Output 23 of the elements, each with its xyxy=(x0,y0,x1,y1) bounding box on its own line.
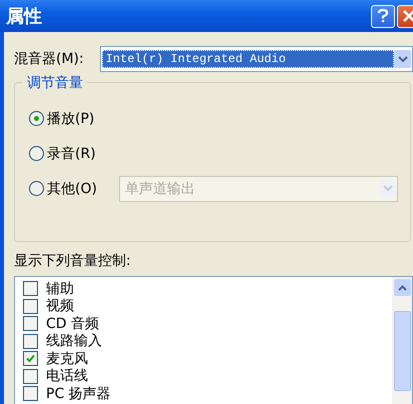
help-button[interactable] xyxy=(371,4,395,28)
radio-option[interactable]: 播放(P) xyxy=(29,110,109,128)
checkbox-item[interactable]: CD 音频 xyxy=(23,315,392,332)
mixer-label: 混音器(M): xyxy=(14,50,84,68)
check-icon xyxy=(26,354,35,364)
radio-option[interactable]: 录音(R) xyxy=(29,144,109,162)
help-icon xyxy=(377,9,389,23)
checkbox-item[interactable]: 电话线 xyxy=(23,368,392,385)
group-legend: 调节音量 xyxy=(23,74,87,92)
checkbox-item[interactable]: PC 扬声器 xyxy=(23,385,392,402)
checkbox-item[interactable]: 视频 xyxy=(23,298,392,315)
mixer-dropdown[interactable]: Intel(r) Integrated Audio xyxy=(100,46,413,72)
scroll-up-button[interactable] xyxy=(394,279,410,296)
checkbox-item[interactable]: 线路输入 xyxy=(23,332,392,350)
mixer-value: Intel(r) Integrated Audio xyxy=(102,50,394,68)
close-icon xyxy=(403,10,413,22)
checkbox-item[interactable]: 麦克风 xyxy=(23,350,392,368)
controls-label: 显示下列音量控制: xyxy=(14,252,132,270)
checkbox-item[interactable]: 辅助 xyxy=(23,280,392,298)
scrollbar[interactable] xyxy=(392,277,412,404)
window-title: 属性 xyxy=(6,5,43,28)
radio-option[interactable]: 其他(O) xyxy=(29,180,109,198)
scroll-thumb[interactable] xyxy=(394,311,410,391)
